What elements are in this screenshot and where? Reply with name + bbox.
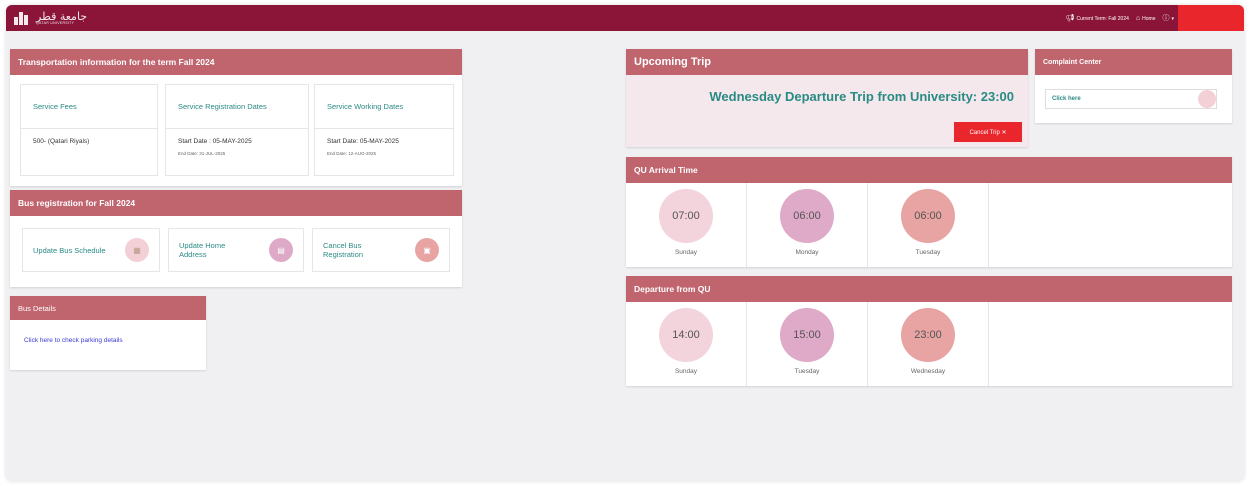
registration-end-date: End Date: 31-JUL-2025 — [178, 151, 226, 156]
cancel-bus-registration-label: Cancel Bus Registration — [323, 241, 364, 259]
departure-tuesday: 15:00 Tuesday — [747, 302, 868, 386]
home-icon: ⌂ — [1135, 14, 1141, 22]
departure-wednesday: 23:00 Wednesday — [868, 302, 989, 386]
arrival-day-label: Sunday — [674, 249, 698, 256]
departure-time-circle: 15:00 — [780, 308, 834, 362]
home-label: Home — [1142, 15, 1156, 22]
help-dropdown[interactable]: ⓘ ▾ — [1162, 13, 1174, 23]
current-term-label: Current Term: Fall 2024 — [1076, 16, 1129, 22]
arrival-monday: 06:00 Monday — [747, 183, 868, 267]
complaint-click-box[interactable]: Click here — [1045, 89, 1217, 109]
chevron-down-icon: ▾ — [1171, 16, 1174, 22]
upcoming-trip-title: Upcoming Trip — [626, 49, 1028, 75]
user-menu-block[interactable] — [1178, 5, 1244, 31]
arrival-time-circle: 06:00 — [901, 189, 955, 243]
top-navbar: جامعة قطر QATAR UNIVERSITY 📢︎ Current Ter… — [6, 5, 1244, 31]
update-bus-schedule-button[interactable]: Update Bus Schedule ▦ — [22, 228, 160, 272]
arrival-day-label: Monday — [795, 249, 819, 256]
arrival-time-panel: QU Arrival Time 07:00 Sunday 06:00 Monda… — [626, 157, 1232, 267]
upcoming-trip-panel: Upcoming Trip Wednesday Departure Trip f… — [626, 49, 1028, 147]
current-term[interactable]: 📢︎ Current Term: Fall 2024 — [1066, 14, 1129, 22]
departure-time-circle: 14:00 — [659, 308, 713, 362]
service-fees-card: Service Fees 500- (Qatari Riyals) — [20, 84, 158, 176]
arrival-day-label: Tuesday — [915, 249, 941, 256]
cancel-trip-button[interactable]: Cancel Trip ✕ — [954, 122, 1022, 142]
qu-logo[interactable]: جامعة قطر QATAR UNIVERSITY — [14, 9, 87, 27]
departure-panel: Departure from QU 14:00 Sunday 15:00 Tue… — [626, 276, 1232, 386]
service-fees-heading: Service Fees — [21, 85, 157, 129]
bus-details-title: Bus Details — [10, 296, 206, 320]
transport-info-title: Transportation information for the term … — [10, 49, 462, 75]
departure-day-label: Wednesday — [910, 368, 946, 375]
registration-dates-heading: Service Registration Dates — [166, 85, 308, 129]
arrival-tuesday: 06:00 Tuesday — [868, 183, 989, 267]
departure-day-label: Tuesday — [794, 368, 820, 375]
update-bus-schedule-label: Update Bus Schedule — [33, 245, 106, 255]
home-doc-icon: ▤ — [269, 238, 293, 262]
arrival-time-circle: 06:00 — [780, 189, 834, 243]
arrival-time-circle: 07:00 — [659, 189, 713, 243]
arrival-sunday: 07:00 Sunday — [626, 183, 747, 267]
cancel-bus-registration-button[interactable]: Cancel Bus Registration ▣ — [312, 228, 450, 272]
logo-english-text: QATAR UNIVERSITY — [36, 20, 75, 25]
megaphone-icon: 📢︎ — [1065, 15, 1075, 22]
update-home-address-button[interactable]: Update Home Address ▤ — [168, 228, 304, 272]
book-logo-icon — [14, 11, 30, 25]
parking-details-link[interactable]: Click here to check parking details — [24, 337, 123, 344]
working-end-date: End Date: 12-AUG-2025 — [327, 151, 377, 156]
working-dates-card: Service Working Dates Start Date: 05-MAY… — [314, 84, 454, 176]
cancel-doc-icon: ▣ — [415, 238, 439, 262]
upcoming-trip-description: Wednesday Departure Trip from University… — [709, 89, 1014, 104]
departure-day-label: Sunday — [674, 368, 698, 375]
departure-title: Departure from QU — [626, 276, 1232, 302]
calendar-icon: ▦ — [125, 238, 149, 262]
transport-info-panel: Transportation information for the term … — [10, 49, 462, 186]
registration-start-date: Start Date : 05-MAY-2025 — [178, 138, 252, 145]
departure-sunday: 14:00 Sunday — [626, 302, 747, 386]
complaint-link[interactable]: Click here — [1052, 96, 1081, 102]
service-fees-value: 500- (Qatari Riyals) — [33, 138, 90, 145]
complaint-center-panel: Complaint Center Click here — [1035, 49, 1232, 123]
working-dates-heading: Service Working Dates — [315, 85, 453, 129]
complaint-center-title: Complaint Center — [1035, 49, 1232, 75]
working-start-date: Start Date: 05-MAY-2025 — [327, 138, 399, 145]
help-icon: ⓘ — [1162, 15, 1170, 22]
arrival-time-title: QU Arrival Time — [626, 157, 1232, 183]
home-link[interactable]: ⌂ Home — [1136, 15, 1156, 22]
top-right-menu: 📢︎ Current Term: Fall 2024 ⌂ Home ⓘ ▾ — [1066, 5, 1174, 31]
bus-details-panel: Bus Details Click here to check parking … — [10, 296, 206, 370]
app-frame: جامعة قطر QATAR UNIVERSITY 📢︎ Current Ter… — [6, 5, 1244, 481]
update-home-address-label: Update Home Address — [179, 241, 226, 259]
registration-dates-card: Service Registration Dates Start Date : … — [165, 84, 309, 176]
bus-registration-panel: Bus registration for Fall 2024 Update Bu… — [10, 190, 462, 287]
bus-registration-title: Bus registration for Fall 2024 — [10, 190, 462, 216]
complaint-circle-icon — [1198, 90, 1216, 108]
departure-time-circle: 23:00 — [901, 308, 955, 362]
